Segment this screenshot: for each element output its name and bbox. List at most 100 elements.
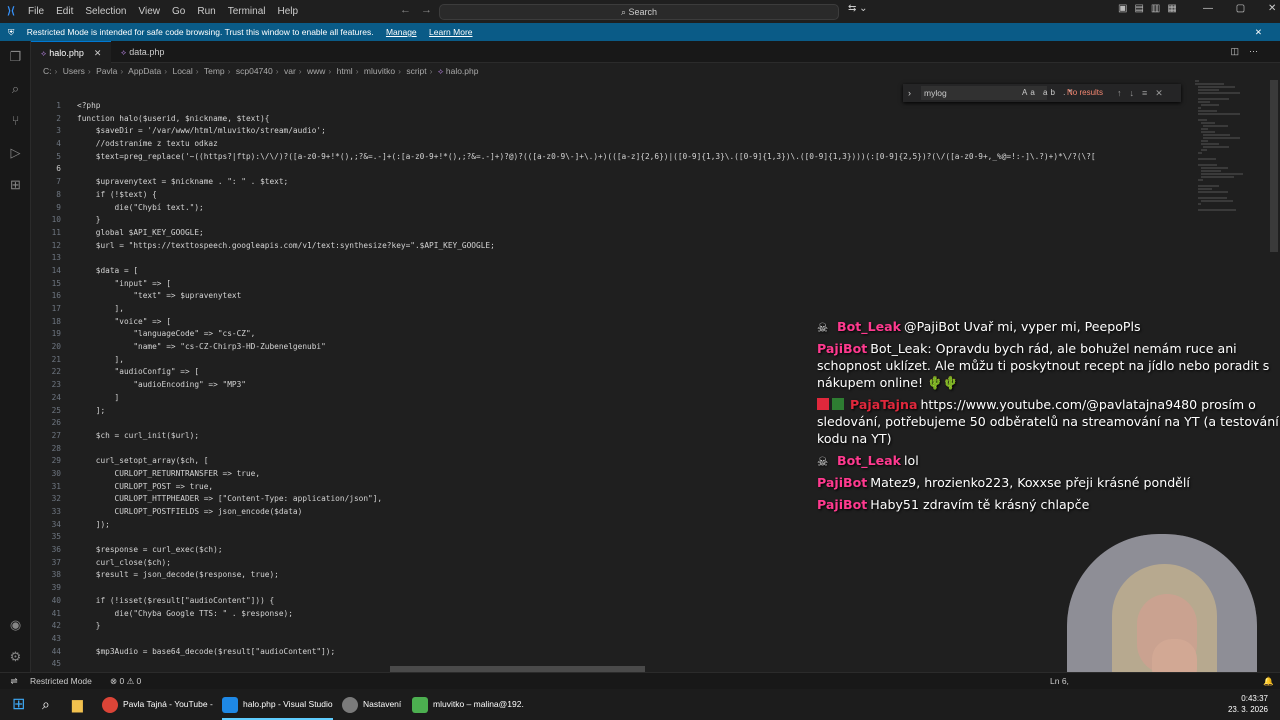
menu-view[interactable]: View	[133, 6, 167, 17]
code-line[interactable]: if (!isset($result["audioContent"])) {	[77, 595, 1217, 608]
search-icon[interactable]: ⌕	[42, 689, 50, 720]
code-line[interactable]: global $API_KEY_GOOGLE;	[77, 227, 1217, 240]
breadcrumb-item[interactable]: html	[337, 66, 353, 76]
code-line[interactable]: $upravenytext = $nickname . ": " . $text…	[77, 176, 1217, 189]
run-debug-icon[interactable]: ▷	[8, 145, 23, 160]
breadcrumb-item[interactable]: mluvitko	[364, 66, 395, 76]
manage-link[interactable]: Manage	[386, 27, 417, 37]
tab-data-php[interactable]: ⟡ data.php	[111, 41, 191, 63]
code-line[interactable]: die("Chyba Google TTS: " . $response);	[77, 608, 1217, 621]
minimap-line	[1197, 107, 1202, 109]
line-number: 2	[56, 113, 61, 123]
breadcrumb-item[interactable]: AppData	[128, 66, 161, 76]
breadcrumb-item[interactable]: Users	[63, 66, 85, 76]
bell-icon[interactable]: 🔔	[1263, 673, 1274, 690]
code-line[interactable]: ]);	[77, 519, 1217, 532]
source-control-icon[interactable]: ⑂	[8, 113, 23, 128]
code-line[interactable]	[77, 582, 1217, 595]
chat-author: PajiBot	[817, 475, 868, 490]
tab-halo-php[interactable]: ⟡ halo.php ✕	[31, 41, 111, 63]
breadcrumb-item[interactable]: Local	[172, 66, 192, 76]
code-line[interactable]: function halo($userid, $nickname, $text)…	[77, 113, 1217, 126]
code-line[interactable]: $result = json_decode($response, true);	[77, 569, 1217, 582]
system-clock[interactable]: 0:43:37 23. 3. 2026	[1220, 693, 1268, 715]
menu-help[interactable]: Help	[272, 6, 305, 17]
breadcrumb-item[interactable]: Temp	[204, 66, 225, 76]
command-center-search[interactable]: ⌕ Search	[439, 4, 839, 20]
chat-text: Haby51 zdravím tě krásný chlapče	[870, 497, 1090, 512]
copilot-icon[interactable]: ⇆ ⌄	[848, 3, 868, 14]
search-icon[interactable]: ⌕	[8, 81, 23, 96]
file-explorer-icon[interactable]: ▆	[72, 689, 83, 720]
code-line[interactable]: }	[77, 214, 1217, 227]
code-line[interactable]: curl_close($ch);	[77, 557, 1217, 570]
code-line[interactable]: $response = curl_exec($ch);	[77, 544, 1217, 557]
windows-start-icon[interactable]: ⊞	[12, 689, 25, 720]
chevron-right-icon[interactable]: ›	[908, 84, 911, 102]
breadcrumb-item[interactable]: Pavla	[96, 66, 117, 76]
code-line[interactable]: $mp3Audio = base64_decode($result["audio…	[77, 646, 1217, 659]
code-line[interactable]: $saveDir = '/var/www/html/mluvitko/strea…	[77, 125, 1217, 138]
line-number: 15	[51, 278, 61, 288]
extensions-icon[interactable]: ⊞	[8, 177, 23, 192]
code-line[interactable]	[77, 252, 1217, 265]
code-line[interactable]	[77, 163, 1217, 176]
menu-go[interactable]: Go	[166, 6, 191, 17]
minimap-line	[1197, 164, 1218, 166]
learn-more-link[interactable]: Learn More	[429, 27, 472, 37]
settings-icon	[342, 696, 358, 713]
nav-arrows-icon[interactable]: ←→	[400, 4, 442, 16]
code-line[interactable]: $data = [	[77, 265, 1217, 278]
window-controls[interactable]: — ▢ ✕	[1203, 3, 1276, 14]
code-line[interactable]: $url = "https://texttospeech.googleapis.…	[77, 240, 1217, 253]
broadcaster-badge-icon	[817, 398, 829, 410]
chat-text: lol	[904, 453, 919, 468]
vertical-scrollbar[interactable]	[1270, 80, 1278, 252]
menu-terminal[interactable]: Terminal	[222, 6, 272, 17]
menu-selection[interactable]: Selection	[79, 6, 132, 17]
breadcrumb-item[interactable]: halo.php	[446, 66, 479, 76]
code-line[interactable]	[77, 531, 1217, 544]
breadcrumb-item[interactable]: C:	[43, 66, 52, 76]
code-line[interactable]: }	[77, 620, 1217, 633]
line-number: 1	[56, 101, 61, 110]
breadcrumb-item[interactable]: www	[307, 66, 325, 76]
taskbar-vscode[interactable]: halo.php - Visual Studio	[222, 689, 333, 720]
problems-status[interactable]: ⊗ 0 ⚠ 0	[110, 673, 141, 690]
code-line[interactable]: if (!$text) {	[77, 189, 1217, 202]
menu-edit[interactable]: Edit	[50, 6, 79, 17]
menu-run[interactable]: Run	[191, 6, 221, 17]
code-line[interactable]	[77, 658, 1217, 671]
split-editor-icon[interactable]: ◫⋯	[1230, 46, 1268, 57]
taskbar-winscp[interactable]: mluvitko – malina@192.	[412, 689, 524, 720]
breadcrumb-item[interactable]: script	[406, 66, 426, 76]
code-line[interactable]: $text=preg_replace('~((https?|ftp):\/\/)…	[77, 151, 1217, 164]
taskbar-settings[interactable]: Nastavení	[342, 689, 401, 720]
line-number: 10	[51, 215, 61, 225]
cursor-position[interactable]: Ln 6,	[1050, 673, 1069, 690]
line-number: 38	[51, 570, 61, 580]
chat-author: PajiBot	[817, 341, 868, 356]
code-line[interactable]: //odstraníme z textu odkaz	[77, 138, 1217, 151]
code-line[interactable]: "text" => $upravenytext	[77, 290, 1217, 303]
taskbar-chrome[interactable]: Pavla Tajná - YouTube -	[102, 689, 213, 720]
line-number: 12	[51, 240, 61, 250]
minimap-line	[1197, 92, 1240, 94]
code-line[interactable]: "input" => [	[77, 278, 1217, 291]
restricted-mode-status[interactable]: Restricted Mode	[30, 673, 92, 690]
code-line[interactable]: die("Chybí text.");	[77, 202, 1217, 215]
close-icon[interactable]: ✕	[94, 48, 102, 58]
layout-controls-icon[interactable]: ▣▤▥▦	[1118, 3, 1184, 14]
close-icon[interactable]: ✕	[1255, 23, 1262, 41]
gear-icon[interactable]: ⚙	[8, 649, 23, 664]
code-line[interactable]	[77, 633, 1217, 646]
menu-file[interactable]: File	[22, 6, 50, 17]
account-icon[interactable]: ◉	[8, 617, 23, 632]
breadcrumb-item[interactable]: var	[284, 66, 296, 76]
minimap[interactable]	[1195, 80, 1267, 230]
breadcrumb-item[interactable]: scp04740	[236, 66, 273, 76]
find-nav-icons[interactable]: ↑↓≡✕	[1117, 84, 1171, 102]
remote-icon[interactable]: ⇌	[0, 673, 28, 690]
code-line[interactable]: ],	[77, 303, 1217, 316]
explorer-icon[interactable]: ❐	[8, 49, 23, 64]
